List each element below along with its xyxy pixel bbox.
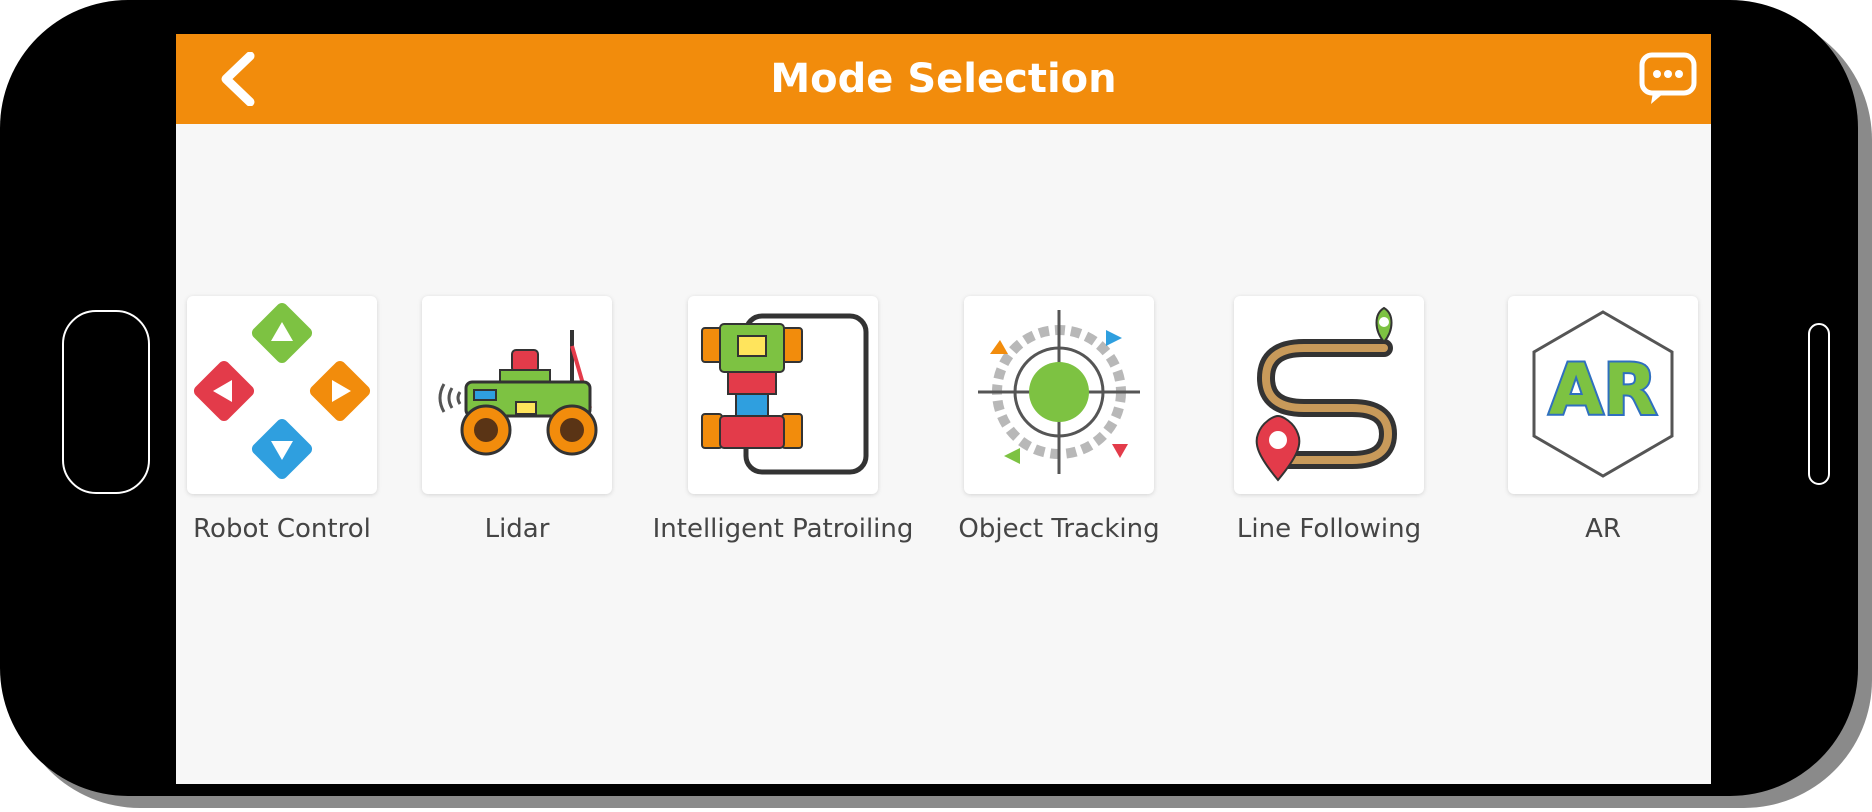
ar-icon-text: AR: [1549, 349, 1657, 431]
mode-label: Line Following: [1236, 514, 1422, 544]
lidar-robot-car-icon: [438, 330, 598, 456]
mode-tile[interactable]: [1234, 296, 1424, 494]
page-title: Mode Selection: [770, 56, 1117, 102]
phone-frame: Mode Selection Robot Control Lidar Intel…: [0, 0, 1858, 796]
message-button[interactable]: [1637, 50, 1699, 106]
side-button: [1808, 323, 1830, 485]
direction-pad-icon: [191, 300, 373, 482]
chat-bubble-icon: [1639, 52, 1697, 104]
app-bar: Mode Selection: [176, 34, 1711, 124]
mode-label: Lidar: [484, 514, 550, 544]
mode-label: Object Tracking: [958, 514, 1160, 544]
mode-tile[interactable]: [688, 296, 878, 494]
mode-label: AR: [1585, 514, 1621, 544]
mode-tile[interactable]: [422, 296, 612, 494]
mode-tile[interactable]: AR: [1508, 296, 1698, 494]
patrol-track-robot-icon: [701, 313, 869, 475]
ar-hexagon-icon: AR: [1532, 310, 1674, 478]
route-line-icon: [1255, 306, 1397, 482]
mode-label: Intelligent Patroiling: [652, 514, 914, 544]
app-screen: Mode Selection Robot Control Lidar Intel…: [176, 34, 1711, 784]
mode-tile[interactable]: [964, 296, 1154, 494]
target-crosshair-icon: [978, 310, 1140, 474]
mode-label: Robot Control: [193, 514, 371, 544]
home-button[interactable]: [62, 310, 150, 494]
mode-tile[interactable]: [187, 296, 377, 494]
